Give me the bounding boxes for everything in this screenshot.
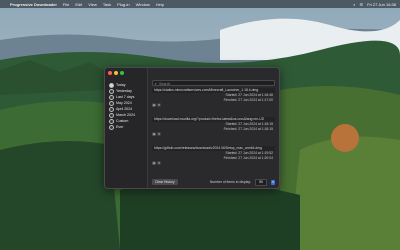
- menu-plugin[interactable]: Plug-in: [117, 2, 129, 7]
- radio-button[interactable]: [109, 118, 114, 124]
- date-filter-list: Today Yesterday Last 7 days May 2024 Apr…: [109, 82, 135, 130]
- radio-button[interactable]: [109, 82, 114, 88]
- history-sidebar: Today Yesterday Last 7 days May 2024 Apr…: [105, 68, 148, 188]
- radio-button[interactable]: [109, 100, 114, 106]
- reveal-in-finder-button[interactable]: ▤: [152, 102, 156, 107]
- sidebar-item-label: April 2024: [116, 107, 133, 111]
- reveal-in-finder-button[interactable]: ▤: [152, 160, 156, 165]
- entry-actions: ▤ ✕: [152, 160, 275, 165]
- zoom-button[interactable]: [120, 71, 124, 75]
- remove-entry-button[interactable]: ✕: [157, 160, 161, 165]
- history-main: ⌕ Search https://statics.minecraftservic…: [148, 68, 279, 188]
- control-center-icon[interactable]: ☰: [360, 2, 364, 7]
- menu-window[interactable]: Window: [136, 2, 150, 7]
- menu-clock[interactable]: Fri 27 Jun 16:38: [367, 2, 396, 7]
- menu-view[interactable]: View: [88, 2, 97, 7]
- entry-actions: ▤ ✕: [152, 102, 275, 107]
- close-button[interactable]: [108, 71, 112, 75]
- items-count-field[interactable]: 50: [255, 178, 267, 186]
- sidebar-item-label: Today: [116, 83, 126, 87]
- history-entry[interactable]: https://download.mozilla.org/?product=fi…: [152, 117, 275, 139]
- radio-button[interactable]: [109, 88, 114, 94]
- menu-task[interactable]: Task: [103, 2, 111, 7]
- items-count-stepper[interactable]: ⇕: [271, 179, 275, 185]
- menu-bar: Progressive Downloader File Edit View Ta…: [0, 0, 400, 8]
- menu-extras: ⌕ ☰ Fri 27 Jun 16:38: [353, 2, 400, 7]
- radio-button[interactable]: [109, 106, 114, 112]
- entry-actions: ▤ ✕: [152, 131, 275, 136]
- clear-history-button[interactable]: Clear History: [152, 179, 178, 185]
- menu-edit[interactable]: Edit: [75, 2, 82, 7]
- menu-help[interactable]: Help: [156, 2, 164, 7]
- items-count-label: Number of items to display:: [209, 180, 251, 184]
- radio-button[interactable]: [109, 112, 114, 118]
- remove-entry-button[interactable]: ✕: [157, 131, 161, 136]
- sidebar-item-label: Custom: [116, 119, 129, 123]
- search-input[interactable]: ⌕ Search: [152, 80, 275, 86]
- entry-finished: Finished: 27 Jun 2024 at 1:17:00: [223, 97, 273, 102]
- sidebar-item-label: Yesterday: [116, 89, 132, 93]
- history-entry[interactable]: https://statics.minecraftservices.com/Mi…: [152, 88, 275, 110]
- radio-button[interactable]: [109, 94, 114, 100]
- history-entry[interactable]: https://github.com/releases/download/v20…: [152, 146, 275, 168]
- history-footer: Clear History Number of items to display…: [148, 176, 279, 188]
- search-placeholder: Search: [159, 82, 171, 86]
- search-icon: ⌕: [154, 81, 157, 86]
- sidebar-item-ever[interactable]: Ever: [109, 124, 135, 130]
- sidebar-item-label: March 2024: [116, 113, 135, 117]
- sidebar-item-label: May 2024: [116, 101, 132, 105]
- search-icon[interactable]: ⌕: [353, 2, 355, 7]
- radio-button[interactable]: [109, 124, 114, 130]
- reveal-in-finder-button[interactable]: ▤: [152, 131, 156, 136]
- minimize-button[interactable]: [114, 71, 118, 75]
- menu-file[interactable]: File: [63, 2, 69, 7]
- entry-finished: Finished: 27 Jun 2024 at 1:18:15: [223, 126, 273, 131]
- sidebar-item-label: Ever: [116, 125, 124, 129]
- history-window: Today Yesterday Last 7 days May 2024 Apr…: [104, 67, 280, 189]
- remove-entry-button[interactable]: ✕: [157, 102, 161, 107]
- sidebar-item-label: Last 7 days: [116, 95, 135, 99]
- menu-app-name[interactable]: Progressive Downloader: [10, 2, 57, 7]
- window-controls: [108, 71, 124, 75]
- entry-finished: Finished: 27 Jun 2024 at 1:20:04: [223, 155, 273, 160]
